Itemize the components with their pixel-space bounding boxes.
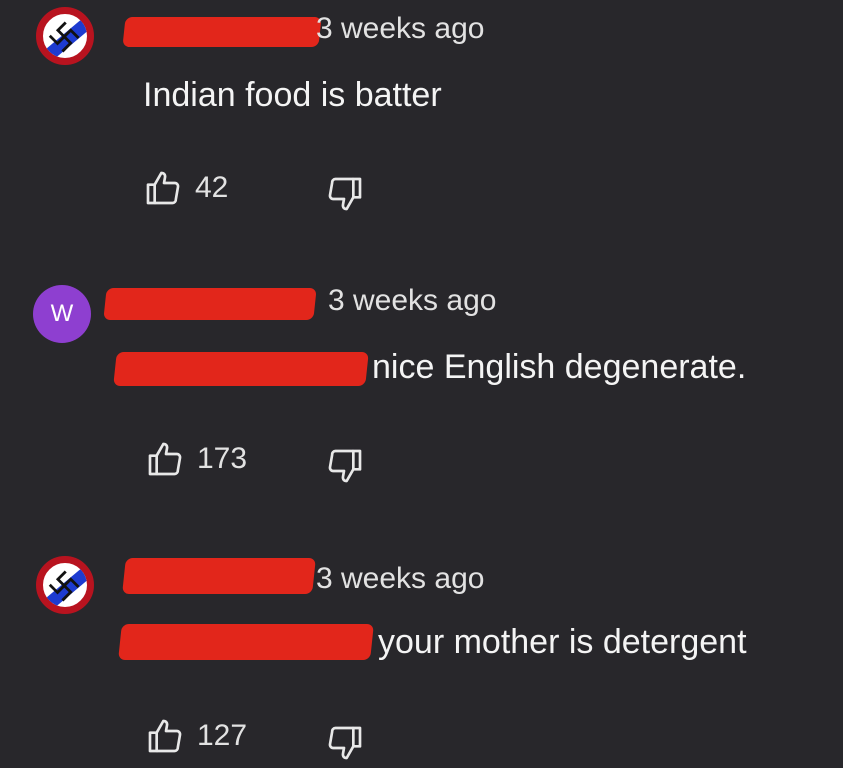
comment-text: nice English degenerate.: [372, 348, 747, 386]
redacted-mention: [118, 624, 374, 660]
thumbs-down-icon: [328, 177, 362, 211]
comment-1: 卐 3 weeks ago Indian food is batter 42: [0, 0, 843, 250]
user-avatar[interactable]: W: [33, 285, 91, 343]
redacted-mention: [113, 352, 369, 386]
dislike-button[interactable]: [325, 723, 365, 768]
redacted-username: [103, 288, 317, 320]
like-button[interactable]: 127: [145, 716, 247, 756]
thumbs-down-icon: [328, 726, 362, 760]
comment-2: W 3 weeks ago nice English degenerate. 1…: [0, 270, 843, 500]
dislike-button[interactable]: [325, 174, 365, 219]
comment-text: Indian food is batter: [143, 76, 442, 114]
comment-timestamp: 3 weeks ago: [316, 562, 485, 595]
thumbs-up-icon: [148, 719, 182, 753]
redacted-username: [122, 17, 322, 47]
like-count: 127: [197, 719, 248, 752]
thumbs-up-icon: [146, 171, 180, 205]
like-count: 42: [195, 171, 229, 204]
comment-timestamp: 3 weeks ago: [328, 284, 497, 317]
like-button[interactable]: 42: [143, 168, 228, 208]
redacted-username: [122, 558, 316, 594]
flag-avatar-icon[interactable]: 卐: [36, 556, 94, 614]
comment-timestamp: 3 weeks ago: [316, 12, 485, 45]
flag-avatar-icon[interactable]: 卐: [36, 7, 94, 65]
thumbs-up-icon: [148, 442, 182, 476]
comment-text: your mother is detergent: [378, 623, 747, 661]
like-count: 173: [197, 442, 248, 475]
avatar-letter: W: [50, 300, 74, 327]
comment-3: 卐 3 weeks ago your mother is detergent 1…: [0, 540, 843, 768]
thumbs-down-icon: [328, 449, 362, 483]
like-button[interactable]: 173: [145, 439, 247, 479]
dislike-button[interactable]: [325, 446, 365, 491]
